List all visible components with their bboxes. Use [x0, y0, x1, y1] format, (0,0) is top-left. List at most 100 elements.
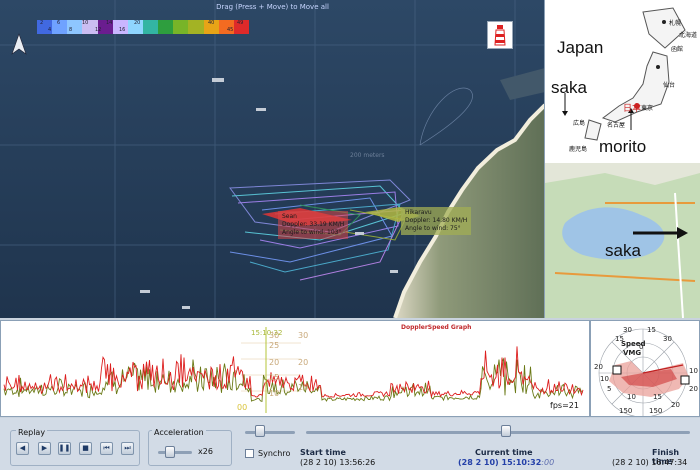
graph-y-tick: 15	[269, 373, 280, 382]
skip-forward-button[interactable]: ⏭	[121, 442, 134, 455]
play-icon: ▶	[41, 444, 48, 452]
doppler-speed-graph[interactable]: DopplerSpeed Graph 15:10:32 fps=21 30 25…	[0, 320, 590, 417]
legend-label: 20	[134, 20, 141, 26]
zoom-slider-thumb[interactable]	[255, 425, 265, 437]
inset-right-label: morito	[599, 137, 647, 156]
jp-label: 東京	[641, 105, 654, 112]
boat-speed: Doppler: 14.80 KM/H	[405, 217, 468, 224]
legend-label: 2	[40, 20, 44, 26]
skip-back-icon: ⏮	[103, 444, 110, 452]
speed-graph-plot	[3, 327, 584, 413]
jp-label: 函館	[671, 46, 684, 53]
skip-back-button[interactable]: ⏮	[100, 442, 113, 455]
zoom-slider-track[interactable]	[245, 431, 295, 434]
graph-y-tick: 10	[269, 389, 280, 398]
legend-label: 4	[48, 27, 52, 33]
boat-name: Hikaravu	[405, 209, 432, 216]
polar-tick: 20	[671, 401, 680, 409]
polar-tick: 15	[653, 393, 662, 401]
location-inset-map: Japan saka morito 札幌 函館 仙台 北海道 日本 東京 広島 …	[545, 0, 700, 318]
current-time-label: Current time	[475, 448, 533, 457]
replay-controls-bar: Replay ◀ ▶ ❚❚ ■ ⏮ ⏭ Acceleration x26 Syn…	[0, 418, 700, 470]
japan-overview-map: Japan saka morito 札幌 函館 仙台 北海道 日本 東京 広島 …	[545, 0, 700, 163]
synchro-label: Synchro	[258, 449, 291, 458]
boat-angle: Angle to wind: 103°	[282, 229, 342, 236]
polar-ring-label: 30	[623, 326, 632, 334]
boat-angle: Angle to wind: 75°	[405, 225, 461, 232]
graph-y-tick-right: 20	[298, 358, 309, 367]
pause-button[interactable]: ❚❚	[58, 442, 71, 455]
graph-y-tick: 30	[269, 331, 280, 340]
boat-name: Sean	[282, 213, 297, 220]
inset-city-label-top: saka	[551, 78, 587, 97]
jp-label: 名古屋	[607, 122, 626, 129]
finish-time-value: (28 2 10) 16:47:34	[612, 458, 688, 467]
regatta-replay-app: Drag (Press + Move) to Move all 2 6 10 14 20…	[0, 0, 700, 470]
inset-country-label: Japan	[557, 38, 604, 57]
acceleration-slider-track[interactable]	[158, 451, 192, 454]
drag-hint: Drag (Press + Move) to Move all	[216, 3, 329, 11]
polar-tick: 10	[689, 367, 698, 375]
polar-tick: 10	[600, 375, 609, 383]
boat-label-hikaravu[interactable]: Hikaravu Doppler: 14.80 KM/H Angle to wi…	[401, 207, 472, 235]
legend-label: 10	[82, 20, 89, 26]
polar-tick: 20	[594, 363, 603, 371]
polar-speed-label: Speed	[621, 340, 646, 348]
satellite-map[interactable]: Drag (Press + Move) to Move all 2 6 10 14 20…	[0, 0, 545, 318]
jp-label: 札幌	[669, 20, 682, 27]
distance-scale-label: 200 meters	[350, 152, 385, 159]
polar-plot	[598, 328, 690, 416]
synchro-checkbox[interactable]	[245, 449, 254, 458]
lighthouse-button[interactable]	[487, 21, 513, 49]
legend-label: 8	[69, 27, 73, 33]
polar-speed-diagram[interactable]: 30 15 0 15 30 Speed VMG 20 10 5 10 20 10…	[590, 320, 700, 417]
graph-y-tick-right: 30	[298, 331, 309, 340]
polar-ring-label: 15	[647, 326, 656, 334]
boat-speed: Doppler: 33.19 KM/H	[282, 221, 345, 228]
polar-tick: 5	[607, 385, 612, 393]
current-time-suffix: :00	[541, 458, 555, 467]
legend-label: 45	[227, 27, 234, 33]
legend-label: 14	[106, 20, 113, 26]
timeline-slider-thumb[interactable]	[500, 425, 511, 437]
inset-city-label-bottom: saka	[605, 241, 641, 260]
rewind-button[interactable]: ◀	[16, 442, 29, 455]
rewind-icon: ◀	[19, 444, 26, 452]
play-button[interactable]: ▶	[38, 442, 51, 455]
regional-road-map: saka	[545, 163, 700, 318]
polar-tick: 10	[627, 393, 636, 401]
polar-tick: 150	[649, 407, 663, 415]
acceleration-slider-thumb[interactable]	[164, 446, 175, 458]
legend-label: 49	[237, 20, 244, 26]
boat-label-sean[interactable]: Sean Doppler: 33.19 KM/H Angle to wind: …	[278, 211, 349, 239]
north-arrow-icon	[11, 33, 27, 55]
speed-legend-labels: 2 6 10 14 20 40 49 4 8 12 16 45	[37, 18, 249, 34]
jp-label: 鹿児島	[569, 146, 588, 153]
graph-y-tick: 25	[269, 341, 280, 350]
polar-vmg-label: VMG	[623, 349, 642, 357]
current-time-value: (28 2 10) 15:10:32:00	[458, 458, 554, 467]
graph-y-tick: 20	[269, 358, 280, 367]
graph-y-zero: 00	[237, 403, 248, 412]
speed-trace	[3, 357, 584, 403]
fps-counter: fps=21	[550, 401, 579, 410]
start-time-value: (28 2 10) 13:56:26	[300, 458, 376, 467]
graph-title: DopplerSpeed Graph	[401, 324, 472, 331]
jp-label: 広島	[573, 120, 586, 127]
polar-ring-label: 30	[663, 335, 672, 343]
stop-button[interactable]: ■	[79, 442, 92, 455]
jp-label: 仙台	[663, 82, 676, 89]
graph-y-tick-right: 10	[298, 383, 309, 392]
legend-label: 6	[57, 20, 61, 26]
replay-label: Replay	[16, 428, 48, 437]
legend-label: 12	[95, 27, 102, 33]
timeline-slider-track[interactable]	[306, 431, 690, 434]
jp-label: 日本	[623, 104, 642, 114]
acceleration-value: x26	[198, 447, 213, 456]
lighthouse-icon	[494, 25, 506, 46]
stop-icon: ■	[82, 444, 89, 452]
pause-icon: ❚❚	[58, 444, 71, 452]
map-canvas	[0, 0, 544, 318]
legend-label: 40	[208, 20, 215, 26]
polar-tick: 150	[619, 407, 633, 415]
